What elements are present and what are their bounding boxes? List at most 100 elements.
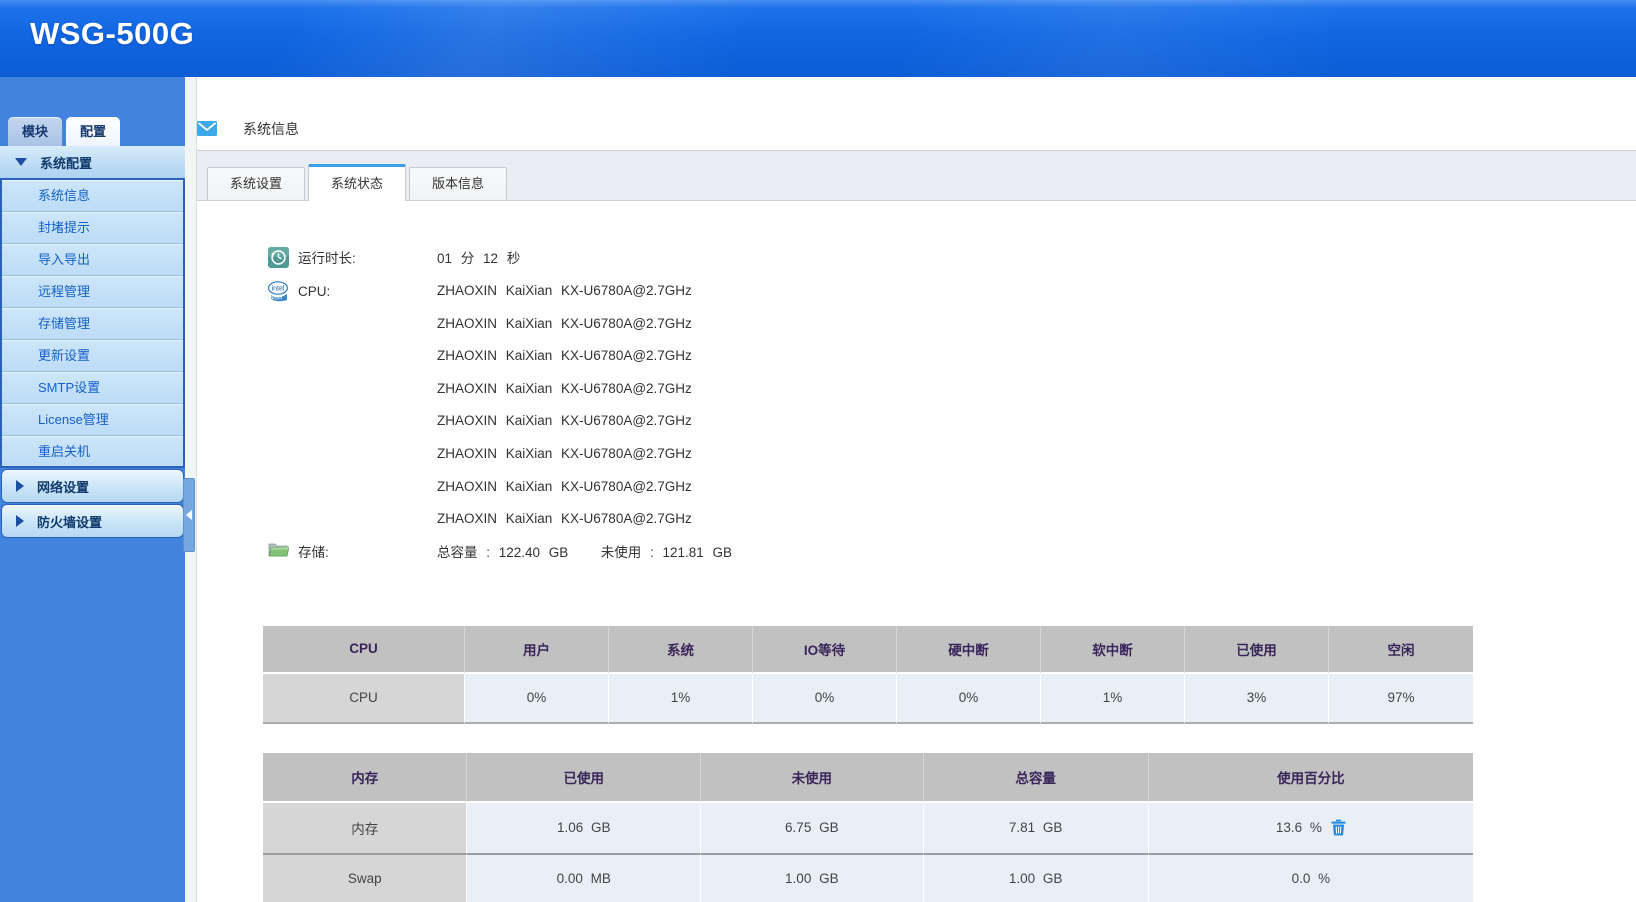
cpu-model-line: ZHAOXIN KaiXian KX-U6780A@2.7GHz xyxy=(437,373,692,406)
panel-body: 运行时长: 01 分 12 秒 intel Atom CPU: ZHAOXIN … xyxy=(197,201,1636,902)
sidebar-tabs: 模块 配置 xyxy=(0,77,185,146)
column-header: CPU xyxy=(263,626,465,674)
table-cell: 3% xyxy=(1185,674,1329,724)
row-header-cell: 内存 xyxy=(263,803,467,853)
table-cell: 1% xyxy=(609,674,753,724)
table-header-row: 内存 已使用 未使用 总容量 使用百分比 xyxy=(263,753,1473,803)
sidebar-item-remote-mgmt[interactable]: 远程管理 xyxy=(2,276,183,308)
cpu-model-line: ZHAOXIN KaiXian KX-U6780A@2.7GHz xyxy=(437,503,692,536)
cpu-row: intel Atom CPU: ZHAOXIN KaiXian KX-U6780… xyxy=(197,275,1636,536)
cpu-model-line: ZHAOXIN KaiXian KX-U6780A@2.7GHz xyxy=(437,438,692,471)
memory-table: 内存 已使用 未使用 总容量 使用百分比 内存 1.06 GB 6.75 GB xyxy=(263,753,1473,902)
row-header-cell: CPU xyxy=(263,674,465,724)
storage-row: 存储: 总容量 : 122.40 GB 未使用 : 121.81 GB xyxy=(197,536,1636,569)
uptime-row: 运行时长: 01 分 12 秒 xyxy=(197,242,1636,275)
row-header-cell: Swap xyxy=(263,853,467,902)
chevron-down-icon xyxy=(15,158,27,166)
trash-icon xyxy=(1331,819,1346,836)
content-panel: 系统设置 系统状态 版本信息 运行时长: 01 分 12 秒 xyxy=(197,150,1636,902)
cpu-usage-table: CPU 用户 系统 IO等待 硬中断 软中断 已使用 空闲 CPU xyxy=(263,626,1473,724)
column-header: 已使用 xyxy=(467,753,701,803)
cpu-model-line: ZHAOXIN KaiXian KX-U6780A@2.7GHz xyxy=(437,405,692,438)
storage-total: 总容量 : 122.40 GB xyxy=(437,536,592,569)
cpu-model-line: ZHAOXIN KaiXian KX-U6780A@2.7GHz xyxy=(437,340,692,373)
chevron-right-icon xyxy=(16,515,24,527)
sidebar-group-network-settings[interactable]: 网络设置 xyxy=(1,469,184,503)
column-header: 总容量 xyxy=(924,753,1149,803)
memory-usage-percent: 13.6 % xyxy=(1276,820,1322,835)
cpu-model-line: ZHAOXIN KaiXian KX-U6780A@2.7GHz xyxy=(437,275,692,308)
storage-values: 总容量 : 122.40 GB 未使用 : 121.81 GB xyxy=(437,536,732,569)
table-cell: 13.6 % xyxy=(1149,803,1473,853)
uptime-label: 运行时长: xyxy=(298,242,437,275)
column-header: IO等待 xyxy=(753,626,897,674)
sidebar-item-reboot-shutdown[interactable]: 重启关机 xyxy=(2,436,183,468)
sidebar-collapse-handle[interactable] xyxy=(183,478,195,552)
page-title: 系统信息 xyxy=(243,119,299,139)
table-cell: 7.81 GB xyxy=(924,803,1149,853)
main-content: 系统信息 系统设置 系统状态 版本信息 xyxy=(197,77,1636,902)
table-cell: 1.00 GB xyxy=(701,853,924,902)
sidebar-item-smtp-settings[interactable]: SMTP设置 xyxy=(2,372,183,404)
svg-text:intel: intel xyxy=(272,286,285,293)
column-header: 未使用 xyxy=(701,753,924,803)
storage-folder-icon xyxy=(268,541,289,558)
layout: 模块 配置 系统配置 系统信息 封堵提示 导入导出 远程管理 存储管理 更新设置… xyxy=(0,77,1636,902)
table-header-row: CPU 用户 系统 IO等待 硬中断 软中断 已使用 空闲 xyxy=(263,626,1473,674)
page-head: 系统信息 xyxy=(197,77,1636,150)
svg-text:Atom: Atom xyxy=(269,296,283,302)
sidebar-group-label: 系统配置 xyxy=(40,153,92,172)
table-cell: 0% xyxy=(465,674,609,724)
storage-free: 未使用 : 121.81 GB xyxy=(601,545,732,560)
cpu-label: CPU: xyxy=(298,275,437,308)
cpu-model-line: ZHAOXIN KaiXian KX-U6780A@2.7GHz xyxy=(437,471,692,504)
tab-strip: 系统设置 系统状态 版本信息 xyxy=(197,151,1636,201)
sidebar-group-label: 防火墙设置 xyxy=(37,512,102,531)
sidebar-item-import-export[interactable]: 导入导出 xyxy=(2,244,183,276)
column-header: 系统 xyxy=(609,626,753,674)
sidebar-group-items: 系统信息 封堵提示 导入导出 远程管理 存储管理 更新设置 SMTP设置 Lic… xyxy=(0,180,185,468)
table-cell: 0% xyxy=(897,674,1041,724)
app-header: WSG-500G xyxy=(0,0,1636,77)
sidebar-group-firewall-settings[interactable]: 防火墙设置 xyxy=(1,504,184,538)
chevron-right-icon xyxy=(16,480,24,492)
app-title: WSG-500G xyxy=(30,16,194,52)
column-header: 使用百分比 xyxy=(1149,753,1473,803)
sidebar-item-license-mgmt[interactable]: License管理 xyxy=(2,404,183,436)
cpu-model-line: ZHAOXIN KaiXian KX-U6780A@2.7GHz xyxy=(437,308,692,341)
table-row: CPU 0% 1% 0% 0% 1% 3% 97% xyxy=(263,674,1473,724)
sidebar-group-system-config[interactable]: 系统配置 xyxy=(0,146,185,180)
table-cell: 1.06 GB xyxy=(467,803,701,853)
sidebar-item-system-info[interactable]: 系统信息 xyxy=(2,180,183,212)
clear-memory-button[interactable] xyxy=(1331,819,1346,836)
sidebar-tree: 系统配置 系统信息 封堵提示 导入导出 远程管理 存储管理 更新设置 SMTP设… xyxy=(0,146,185,538)
table-cell: 1.00 GB xyxy=(924,853,1149,902)
table-row-memory: 内存 1.06 GB 6.75 GB 7.81 GB 13.6 % xyxy=(263,803,1473,853)
collapse-arrow-icon xyxy=(186,510,192,520)
sidebar: 模块 配置 系统配置 系统信息 封堵提示 导入导出 远程管理 存储管理 更新设置… xyxy=(0,77,185,902)
tab-version-info[interactable]: 版本信息 xyxy=(409,167,507,200)
table-cell: 0% xyxy=(753,674,897,724)
uptime-clock-icon xyxy=(268,247,289,268)
sidebar-item-block-notice[interactable]: 封堵提示 xyxy=(2,212,183,244)
sidebar-tab-modules[interactable]: 模块 xyxy=(8,117,62,146)
column-header: 软中断 xyxy=(1041,626,1185,674)
sidebar-group-label: 网络设置 xyxy=(37,477,89,496)
sidebar-item-storage-mgmt[interactable]: 存储管理 xyxy=(2,308,183,340)
storage-label: 存储: xyxy=(298,536,437,569)
tab-system-status[interactable]: 系统状态 xyxy=(308,164,406,201)
table-cell: 0.0 % xyxy=(1149,853,1473,902)
table-row-swap: Swap 0.00 MB 1.00 GB 1.00 GB 0.0 % xyxy=(263,853,1473,902)
sidebar-tab-config[interactable]: 配置 xyxy=(66,117,120,146)
column-header: 空闲 xyxy=(1329,626,1473,674)
table-cell: 97% xyxy=(1329,674,1473,724)
cpu-values: ZHAOXIN KaiXian KX-U6780A@2.7GHz ZHAOXIN… xyxy=(437,275,692,536)
cpu-intel-icon: intel Atom xyxy=(268,280,289,302)
tab-system-settings[interactable]: 系统设置 xyxy=(207,167,305,200)
column-header: 内存 xyxy=(263,753,467,803)
table-cell: 0.00 MB xyxy=(467,853,701,902)
mail-icon xyxy=(197,121,217,136)
table-cell: 1% xyxy=(1041,674,1185,724)
sidebar-item-update-settings[interactable]: 更新设置 xyxy=(2,340,183,372)
uptime-value: 01 分 12 秒 xyxy=(437,242,520,275)
